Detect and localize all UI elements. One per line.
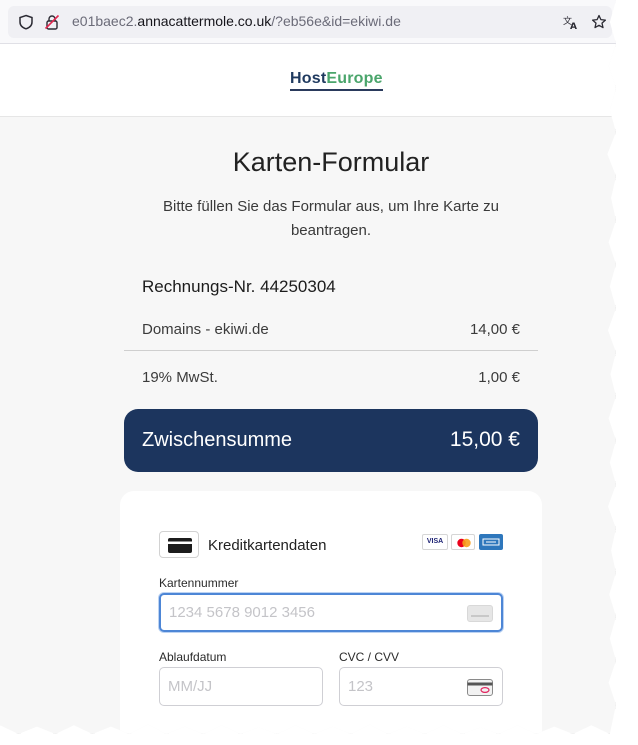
invoice-line-item: Domains - ekiwi.de 14,00 € (124, 311, 538, 351)
address-bar[interactable]: e01baec2.annacattermole.co.uk/?eb56e&id=… (8, 6, 612, 38)
card-number-input[interactable] (159, 593, 503, 632)
card-section-heading: Kreditkartendaten (208, 537, 327, 554)
line-item-amount: 1,00 € (478, 369, 520, 386)
subtotal-label: Zwischensumme (142, 429, 293, 451)
line-item-label: Domains - ekiwi.de (142, 321, 269, 338)
cvc-label: CVC / CVV (339, 650, 400, 664)
browser-window: e01baec2.annacattermole.co.uk/?eb56e&id=… (0, 0, 616, 734)
hosteurope-logo[interactable]: HostEurope (290, 70, 383, 91)
page-subtitle: Bitte füllen Sie das Formular aus, um Ih… (163, 198, 499, 239)
url-subdomain: e01baec2. (72, 13, 138, 29)
expiry-date-input[interactable] (159, 667, 323, 706)
invoice-number: Rechnungs-Nr. 44250304 (142, 277, 336, 296)
amex-logo-icon (479, 534, 503, 550)
url-host: annacattermole.co.uk (137, 13, 272, 29)
credit-card-icon (159, 531, 199, 558)
svg-text:A: A (570, 22, 577, 30)
expiry-label: Ablaufdatum (159, 650, 227, 664)
url-path: /?eb56e&id=ekiwi.de (271, 13, 401, 29)
page-title: Karten-Formular (232, 147, 430, 177)
logo-text-host: Host (290, 70, 327, 87)
shield-icon[interactable] (18, 14, 34, 30)
subtotal-amount: 15,00 € (449, 428, 520, 451)
mastercard-logo-icon (451, 534, 475, 550)
bookmark-star-icon[interactable] (591, 14, 607, 30)
visa-logo-icon: VISA (422, 534, 448, 550)
translate-icon[interactable]: 文A (563, 14, 579, 32)
generic-card-icon (467, 605, 493, 626)
site-header: HostEurope (0, 44, 616, 117)
line-item-amount: 14,00 € (469, 321, 520, 338)
browser-toolbar: e01baec2.annacattermole.co.uk/?eb56e&id=… (0, 0, 616, 44)
credit-card-form: Kreditkartendaten VISA Kartennummer Abla… (120, 491, 542, 734)
subtotal-banner: Zwischensumme 15,00 € (124, 409, 538, 472)
card-number-label: Kartennummer (159, 576, 239, 590)
logo-text-europe: Europe (326, 70, 383, 87)
url-text[interactable]: e01baec2.annacattermole.co.uk/?eb56e&id=… (72, 13, 401, 29)
invoice-line-item: 19% MwSt. 1,00 € (124, 359, 538, 399)
line-item-label: 19% MwSt. (142, 369, 218, 386)
screenshot-frame: e01baec2.annacattermole.co.uk/?eb56e&id=… (0, 0, 638, 745)
cvc-card-icon (467, 679, 493, 700)
insecure-lock-icon[interactable] (44, 14, 60, 30)
